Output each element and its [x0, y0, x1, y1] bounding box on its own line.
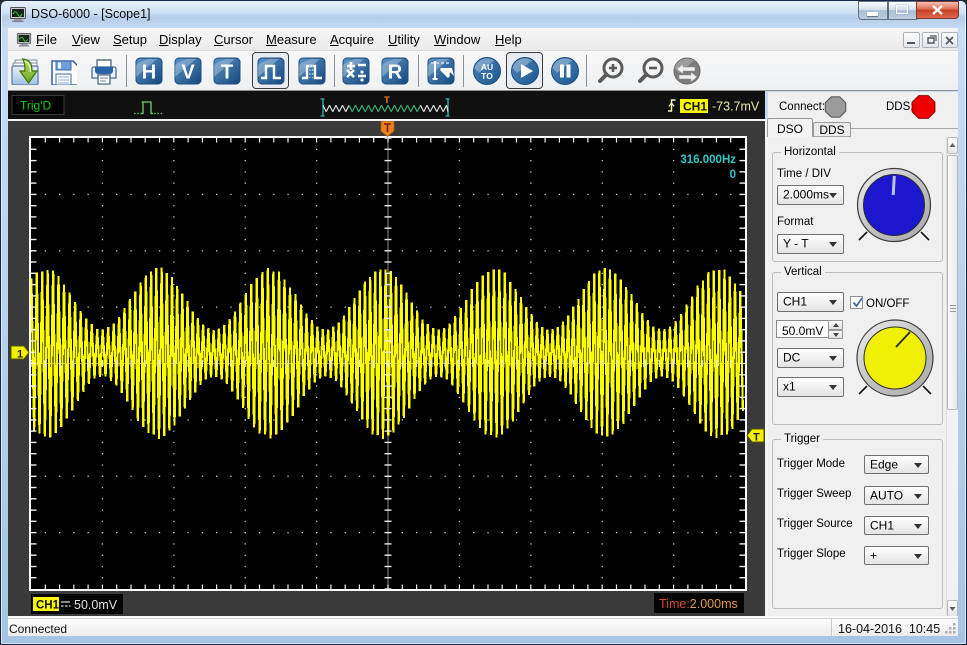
svg-text:CH1: CH1	[36, 600, 60, 612]
svg-text:TO: TO	[481, 71, 493, 81]
svg-text:-73.7mV: -73.7mV	[712, 100, 760, 114]
svg-text:Trig'D: Trig'D	[20, 99, 52, 113]
svg-text:0: 0	[730, 169, 736, 181]
svg-text:H: H	[142, 62, 156, 84]
svg-text:T: T	[384, 95, 390, 106]
svg-text:R: R	[388, 62, 403, 84]
svg-text:1: 1	[17, 349, 23, 361]
svg-text:316.000Hz: 316.000Hz	[680, 154, 736, 166]
svg-text:Time:2.000ms: Time:2.000ms	[659, 597, 738, 611]
svg-text:CH1: CH1	[683, 100, 707, 114]
svg-text:T: T	[221, 62, 233, 84]
svg-text:50.0mV: 50.0mV	[74, 598, 118, 612]
svg-text:T: T	[753, 432, 760, 444]
svg-text:V: V	[181, 62, 195, 84]
